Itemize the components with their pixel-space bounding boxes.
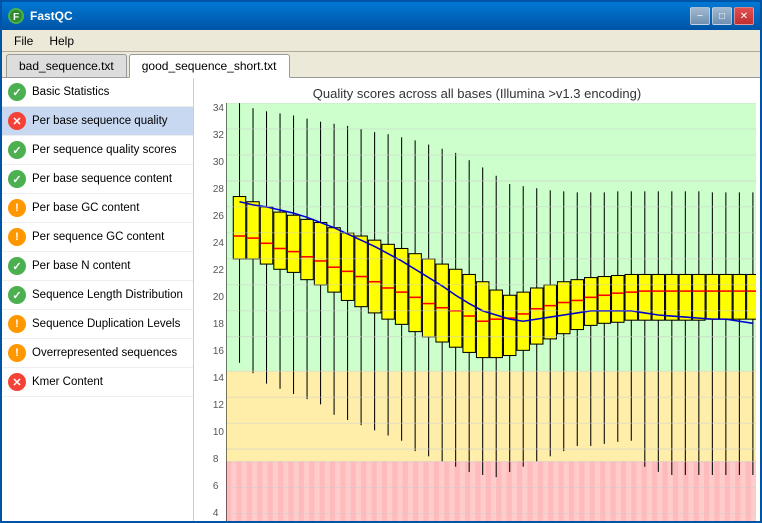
sidebar-item-kmer[interactable]: ✕ Kmer Content: [2, 368, 193, 397]
sidebar-item-basic-statistics[interactable]: ✓ Basic Statistics: [2, 78, 193, 107]
minimize-button[interactable]: −: [690, 7, 710, 25]
sidebar-item-per-base-gc[interactable]: ! Per base GC content: [2, 194, 193, 223]
status-icon-fail-2: ✕: [8, 373, 26, 391]
sidebar-label-per-base-content: Per base sequence content: [32, 173, 172, 185]
status-icon-ok-2: ✓: [8, 141, 26, 159]
y-axis: 2 4 6 8 10 12 14 16 18 20 22 24 26 28: [198, 103, 226, 521]
sidebar-item-overrep[interactable]: ! Overrepresented sequences: [2, 339, 193, 368]
status-icon-ok-5: ✓: [8, 286, 26, 304]
main-window: F FastQC − □ ✕ File Help bad_sequence.tx…: [0, 0, 762, 523]
chart-container: 2 4 6 8 10 12 14 16 18 20 22 24 26 28: [198, 103, 756, 521]
sidebar-label-per-base-quality: Per base sequence quality: [32, 115, 168, 127]
tab-good-sequence[interactable]: good_sequence_short.txt: [129, 54, 290, 78]
title-bar: F FastQC − □ ✕: [2, 2, 760, 30]
maximize-button[interactable]: □: [712, 7, 732, 25]
sidebar-label-kmer: Kmer Content: [32, 376, 103, 388]
sidebar-item-seq-length[interactable]: ✓ Sequence Length Distribution: [2, 281, 193, 310]
status-icon-warn: !: [8, 199, 26, 217]
status-icon-warn-3: !: [8, 315, 26, 333]
sidebar: ✓ Basic Statistics ✕ Per base sequence q…: [2, 78, 194, 521]
chart-wrapper: 1 3 5 7 9 11 13 15 17 19 21 23 2: [226, 103, 756, 521]
y-axis-labels: 2 4 6 8 10 12 14 16 18 20 22 24 26 28: [213, 103, 226, 521]
sidebar-label-basic-statistics: Basic Statistics: [32, 86, 109, 98]
status-icon-warn-2: !: [8, 228, 26, 246]
sidebar-label-dup-levels: Sequence Duplication Levels: [32, 318, 180, 330]
title-bar-left: F FastQC: [8, 8, 73, 24]
menu-file[interactable]: File: [6, 32, 41, 50]
main-content: ✓ Basic Statistics ✕ Per base sequence q…: [2, 78, 760, 521]
chart-area: Quality scores across all bases (Illumin…: [194, 78, 760, 521]
sidebar-item-per-base-quality[interactable]: ✕ Per base sequence quality: [2, 107, 193, 136]
sidebar-item-per-seq-gc[interactable]: ! Per sequence GC content: [2, 223, 193, 252]
menu-help[interactable]: Help: [41, 32, 82, 50]
tab-bad-sequence[interactable]: bad_sequence.txt: [6, 54, 127, 77]
chart-title: Quality scores across all bases (Illumin…: [198, 82, 756, 103]
status-icon-warn-4: !: [8, 344, 26, 362]
svg-text:F: F: [13, 12, 19, 23]
sidebar-label-per-seq-quality: Per sequence quality scores: [32, 144, 176, 156]
sidebar-item-dup-levels[interactable]: ! Sequence Duplication Levels: [2, 310, 193, 339]
app-title: FastQC: [30, 9, 73, 23]
sidebar-label-seq-length: Sequence Length Distribution: [32, 289, 183, 301]
sidebar-label-per-seq-gc: Per sequence GC content: [32, 231, 164, 243]
chart-svg: 1 3 5 7 9 11 13 15 17 19 21 23 2: [226, 103, 756, 521]
title-controls: − □ ✕: [690, 7, 754, 25]
app-icon: F: [8, 8, 24, 24]
menu-bar: File Help: [2, 30, 760, 52]
sidebar-item-per-seq-quality[interactable]: ✓ Per sequence quality scores: [2, 136, 193, 165]
sidebar-label-overrep: Overrepresented sequences: [32, 347, 177, 359]
sidebar-item-per-base-n[interactable]: ✓ Per base N content: [2, 252, 193, 281]
sidebar-label-per-base-gc: Per base GC content: [32, 202, 139, 214]
status-icon-ok: ✓: [8, 83, 26, 101]
sidebar-item-per-base-content[interactable]: ✓ Per base sequence content: [2, 165, 193, 194]
close-button[interactable]: ✕: [734, 7, 754, 25]
status-icon-fail: ✕: [8, 112, 26, 130]
status-icon-ok-3: ✓: [8, 170, 26, 188]
tab-bar: bad_sequence.txt good_sequence_short.txt: [2, 52, 760, 78]
sidebar-label-per-base-n: Per base N content: [32, 260, 130, 272]
status-icon-ok-4: ✓: [8, 257, 26, 275]
